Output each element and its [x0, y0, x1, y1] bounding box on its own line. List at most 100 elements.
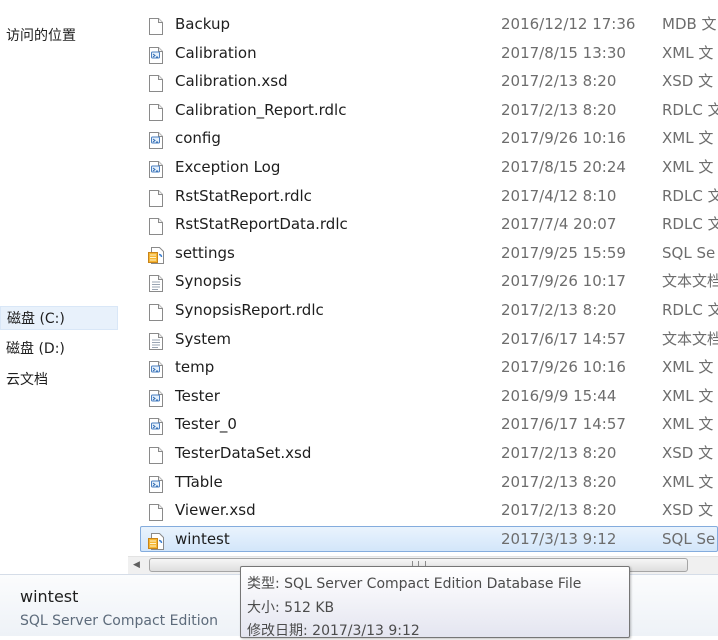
file-name: Backup: [175, 15, 230, 33]
file-row[interactable]: Calibration.xsd 2017/2/13 8:20 XSD 文: [140, 67, 718, 96]
file-type: MDB 文: [662, 15, 717, 33]
file-row[interactable]: wintest 2017/3/13 9:12 SQL Se: [140, 525, 718, 554]
file-row[interactable]: Tester_0 2017/6/17 14:57 XML 文: [140, 410, 718, 439]
file-row[interactable]: TTable 2017/2/13 8:20 XML 文: [140, 468, 718, 497]
file-type: XML 文: [662, 129, 714, 148]
tooltip-type: 类型: SQL Server Compact Edition Database …: [247, 576, 582, 592]
file-name: Synopsis: [175, 272, 242, 291]
file-row[interactable]: Calibration 2017/8/15 13:30 XML 文: [140, 39, 718, 68]
file-row[interactable]: Viewer.xsd 2017/2/13 8:20 XSD 文: [140, 496, 718, 525]
file-date-modified: 2017/8/15 13:30: [501, 43, 626, 62]
details-file-name: wintest: [20, 587, 79, 606]
file-name: Exception Log: [175, 157, 281, 176]
file-name: settings: [175, 243, 235, 262]
file-name: wintest: [175, 529, 230, 548]
xml-document-icon: [148, 388, 164, 407]
file-date-modified: 2017/2/13 8:20: [501, 472, 617, 491]
file-list: Backup 2016/12/12 17:36 MDB 文 Calibration 20…: [140, 10, 718, 553]
file-type: RDLC 文: [662, 300, 718, 319]
file-type: XML 文: [662, 157, 714, 176]
nav-item-label: 访问的位置: [6, 28, 76, 44]
file-row[interactable]: config 2017/9/26 10:16 XML 文: [140, 124, 718, 153]
file-row[interactable]: Tester 2016/9/9 15:44 XML 文: [140, 382, 718, 411]
file-type: XSD 文: [662, 443, 714, 462]
sql-database-icon: [148, 245, 164, 264]
file-row[interactable]: Backup 2016/12/12 17:36 MDB 文: [140, 10, 718, 39]
file-date-modified: 2017/9/26 10:17: [501, 272, 626, 291]
file-name: Calibration: [175, 43, 257, 62]
xml-document-icon: [148, 474, 164, 493]
file-name: TTable: [175, 472, 223, 491]
file-name: System: [175, 329, 231, 348]
file-row[interactable]: TesterDataSet.xsd 2017/2/13 8:20 XSD 文: [140, 439, 718, 468]
blank-document-icon: [148, 16, 164, 35]
navigation-pane: 访问的位置 磁盘 (C:) 磁盘 (D:) 云文档: [0, 0, 128, 570]
nav-item-drive-c[interactable]: 磁盘 (C:): [0, 306, 118, 330]
details-file-type: SQL Server Compact Edition: [20, 613, 219, 629]
file-type: XML 文: [662, 472, 714, 491]
file-type: SQL Se: [662, 529, 716, 548]
file-date-modified: 2017/2/13 8:20: [501, 443, 617, 462]
file-date-modified: 2017/2/13 8:20: [501, 100, 617, 119]
file-date-modified: 2017/9/26 10:16: [501, 129, 626, 148]
blank-document-icon: [148, 102, 164, 121]
file-date-modified: 2016/9/9 15:44: [501, 386, 617, 405]
nav-item-cloud-documents[interactable]: 云文档: [6, 368, 48, 392]
nav-item-drive-d[interactable]: 磁盘 (D:): [6, 337, 65, 361]
file-row[interactable]: Exception Log 2017/8/15 20:24 XML 文: [140, 153, 718, 182]
file-name: SynopsisReport.rdlc: [175, 300, 324, 319]
file-row[interactable]: RstStatReport.rdlc 2017/4/12 8:10 RDLC 文: [140, 182, 718, 211]
text-document-icon: [148, 273, 164, 293]
file-date-modified: 2017/7/4 20:07: [501, 215, 617, 234]
file-row[interactable]: settings 2017/9/25 15:59 SQL Se: [140, 239, 718, 268]
file-date-modified: 2017/2/13 8:20: [501, 501, 617, 520]
blank-document-icon: [148, 445, 164, 464]
file-date-modified: 2017/4/12 8:10: [501, 186, 617, 205]
file-row[interactable]: System 2017/6/17 14:57 文本文档: [140, 325, 718, 354]
scroll-left-arrow-icon[interactable]: ◀: [128, 557, 145, 574]
file-type: SQL Se: [662, 243, 716, 262]
file-type: XSD 文: [662, 72, 714, 91]
file-name: Viewer.xsd: [175, 501, 256, 520]
xml-document-icon: [148, 159, 164, 178]
xml-document-icon: [148, 45, 164, 64]
file-name: Tester_0: [175, 415, 237, 434]
file-type: RDLC 文: [662, 186, 718, 205]
file-name: Calibration.xsd: [175, 72, 288, 91]
tooltip-size: 大小: 512 KB: [247, 600, 335, 616]
nav-item-recent-places[interactable]: 访问的位置: [6, 24, 76, 48]
file-name: Tester: [175, 386, 220, 405]
file-type: XSD 文: [662, 501, 714, 520]
nav-item-label: 云文档: [6, 372, 48, 388]
file-type: 文本文档: [662, 329, 718, 348]
file-row[interactable]: Calibration_Report.rdlc 2017/2/13 8:20 RDL…: [140, 96, 718, 125]
file-info-tooltip: 类型: SQL Server Compact Edition Database …: [240, 566, 630, 639]
file-name: Calibration_Report.rdlc: [175, 100, 347, 119]
xml-document-icon: [148, 359, 164, 379]
blank-document-icon: [148, 188, 164, 207]
file-date-modified: 2017/2/13 8:20: [501, 72, 617, 91]
file-type: 文本文档: [662, 272, 718, 291]
xml-document-icon: [148, 130, 164, 150]
file-row[interactable]: SynopsisReport.rdlc 2017/2/13 8:20 RDLC 文: [140, 296, 718, 325]
file-date-modified: 2016/12/12 17:36: [501, 15, 636, 33]
xml-document-icon: [148, 416, 164, 436]
file-row[interactable]: temp 2017/9/26 10:16 XML 文: [140, 353, 718, 382]
sql-database-icon: [148, 531, 164, 550]
file-name: RstStatReport.rdlc: [175, 186, 312, 205]
file-date-modified: 2017/9/26 10:16: [501, 358, 626, 377]
file-type: XML 文: [662, 415, 714, 434]
nav-item-label: 磁盘 (D:): [6, 341, 65, 357]
file-date-modified: 2017/8/15 20:24: [501, 157, 626, 176]
file-date-modified: 2017/2/13 8:20: [501, 300, 617, 319]
file-date-modified: 2017/6/17 14:57: [501, 329, 626, 348]
nav-item-label: 磁盘 (C:): [7, 311, 65, 327]
file-type: XML 文: [662, 358, 714, 377]
file-row[interactable]: RstStatReportData.rdlc 2017/7/4 20:07 RDLC…: [140, 210, 718, 239]
file-type: XML 文: [662, 43, 714, 62]
file-type: RDLC 文: [662, 215, 718, 234]
file-date-modified: 2017/9/25 15:59: [501, 243, 626, 262]
file-date-modified: 2017/3/13 9:12: [501, 529, 617, 548]
file-name: config: [175, 129, 221, 148]
file-row[interactable]: Synopsis 2017/9/26 10:17 文本文档: [140, 267, 718, 296]
